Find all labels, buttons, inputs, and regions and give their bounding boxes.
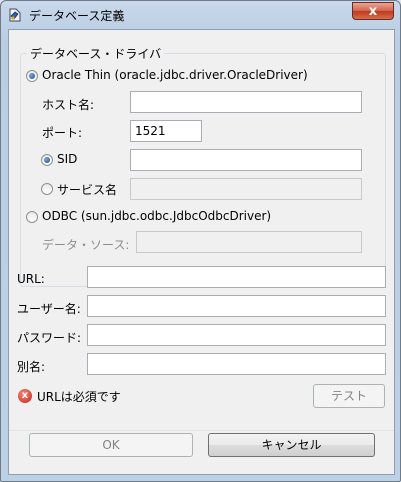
url-label: URL: — [17, 272, 45, 286]
window-title: データベース定義 — [29, 9, 125, 23]
sid-input[interactable] — [130, 149, 362, 171]
host-label: ホスト名: — [42, 98, 95, 112]
sid-radio[interactable] — [41, 154, 53, 166]
status-message: URLは必須です — [37, 390, 121, 404]
port-input[interactable] — [130, 120, 202, 142]
oracle-radio-label[interactable]: Oracle Thin (oracle.jdbc.driver.OracleDr… — [42, 68, 308, 82]
host-input[interactable] — [130, 91, 362, 113]
close-button[interactable]: x — [352, 2, 394, 20]
separator — [9, 430, 394, 431]
port-label: ポート: — [42, 126, 83, 140]
password-input[interactable] — [87, 324, 386, 346]
username-input[interactable] — [87, 295, 386, 317]
close-icon: x — [368, 4, 378, 19]
test-button[interactable]: テスト — [313, 384, 385, 408]
service-radio[interactable] — [41, 183, 53, 195]
error-icon: x — [18, 389, 32, 403]
service-label[interactable]: サービス名 — [57, 181, 117, 198]
odbc-radio-label[interactable]: ODBC (sun.jdbc.odbc.JdbcOdbcDriver) — [42, 209, 271, 223]
cancel-button[interactable]: キャンセル — [208, 433, 375, 457]
odbc-radio[interactable] — [26, 211, 38, 223]
username-label: ユーザー名: — [17, 302, 81, 316]
url-input[interactable] — [87, 266, 386, 288]
data-source-input[interactable] — [136, 231, 362, 253]
sid-label[interactable]: SID — [57, 152, 77, 166]
alias-label: 別名: — [17, 360, 46, 374]
dialog-body: データベース・ドライバ Oracle Thin (oracle.jdbc.dri… — [8, 29, 395, 475]
driver-group: データベース・ドライバ Oracle Thin (oracle.jdbc.dri… — [20, 45, 386, 287]
alias-input[interactable] — [87, 353, 386, 375]
dialog-window: データベース定義 x データベース・ドライバ Oracle Thin (orac… — [0, 0, 401, 482]
driver-group-label: データベース・ドライバ — [27, 45, 165, 62]
password-label: パスワード: — [17, 331, 82, 345]
data-source-label: データ・ソース: — [42, 238, 130, 252]
title-bar[interactable]: データベース定義 x — [1, 1, 400, 29]
service-input[interactable] — [130, 178, 362, 200]
oracle-radio[interactable] — [26, 70, 38, 82]
app-icon — [9, 8, 21, 22]
ok-button[interactable]: OK — [29, 433, 193, 457]
